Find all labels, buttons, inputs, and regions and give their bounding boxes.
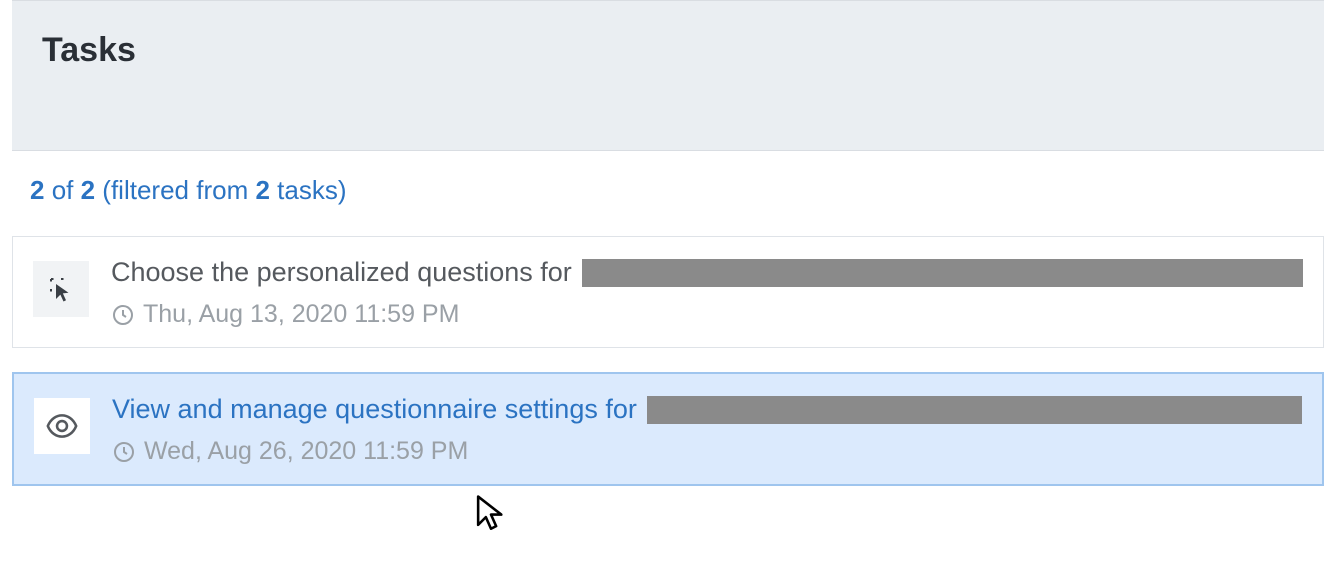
filtered-suffix: tasks): [270, 175, 347, 205]
page-title: Tasks: [42, 31, 1294, 70]
task-content: Choose the personalized questions for Th…: [111, 255, 1303, 329]
task-content: View and manage questionnaire settings f…: [112, 392, 1302, 466]
mouse-cursor-icon: [475, 494, 507, 530]
clock-icon: [111, 303, 135, 327]
task-meta: Wed, Aug 26, 2020 11:59 PM: [112, 437, 1302, 466]
task-meta: Thu, Aug 13, 2020 11:59 PM: [111, 300, 1303, 329]
filter-summary: 2 of 2 (filtered from 2 tasks): [0, 151, 1324, 236]
tasks-list: Choose the personalized questions for Th…: [12, 236, 1324, 486]
count-shown: 2: [30, 175, 44, 205]
of-label: of: [44, 175, 80, 205]
tasks-header: Tasks: [12, 0, 1324, 151]
redacted-text: [582, 259, 1303, 287]
task-due-date: Wed, Aug 26, 2020 11:59 PM: [144, 437, 468, 466]
select-cursor-icon: [33, 261, 89, 317]
task-due-date: Thu, Aug 13, 2020 11:59 PM: [143, 300, 459, 329]
redacted-text: [647, 396, 1302, 424]
task-title-row: View and manage questionnaire settings f…: [112, 392, 1302, 427]
task-row[interactable]: Choose the personalized questions for Th…: [12, 236, 1324, 348]
task-title: View and manage questionnaire settings f…: [112, 392, 637, 427]
task-title: Choose the personalized questions for: [111, 255, 572, 290]
filtered-count: 2: [255, 175, 269, 205]
task-row[interactable]: View and manage questionnaire settings f…: [12, 372, 1324, 486]
clock-icon: [112, 440, 136, 464]
filtered-prefix: (filtered from: [95, 175, 255, 205]
eye-icon: [34, 398, 90, 454]
task-title-row: Choose the personalized questions for: [111, 255, 1303, 290]
count-total: 2: [81, 175, 95, 205]
